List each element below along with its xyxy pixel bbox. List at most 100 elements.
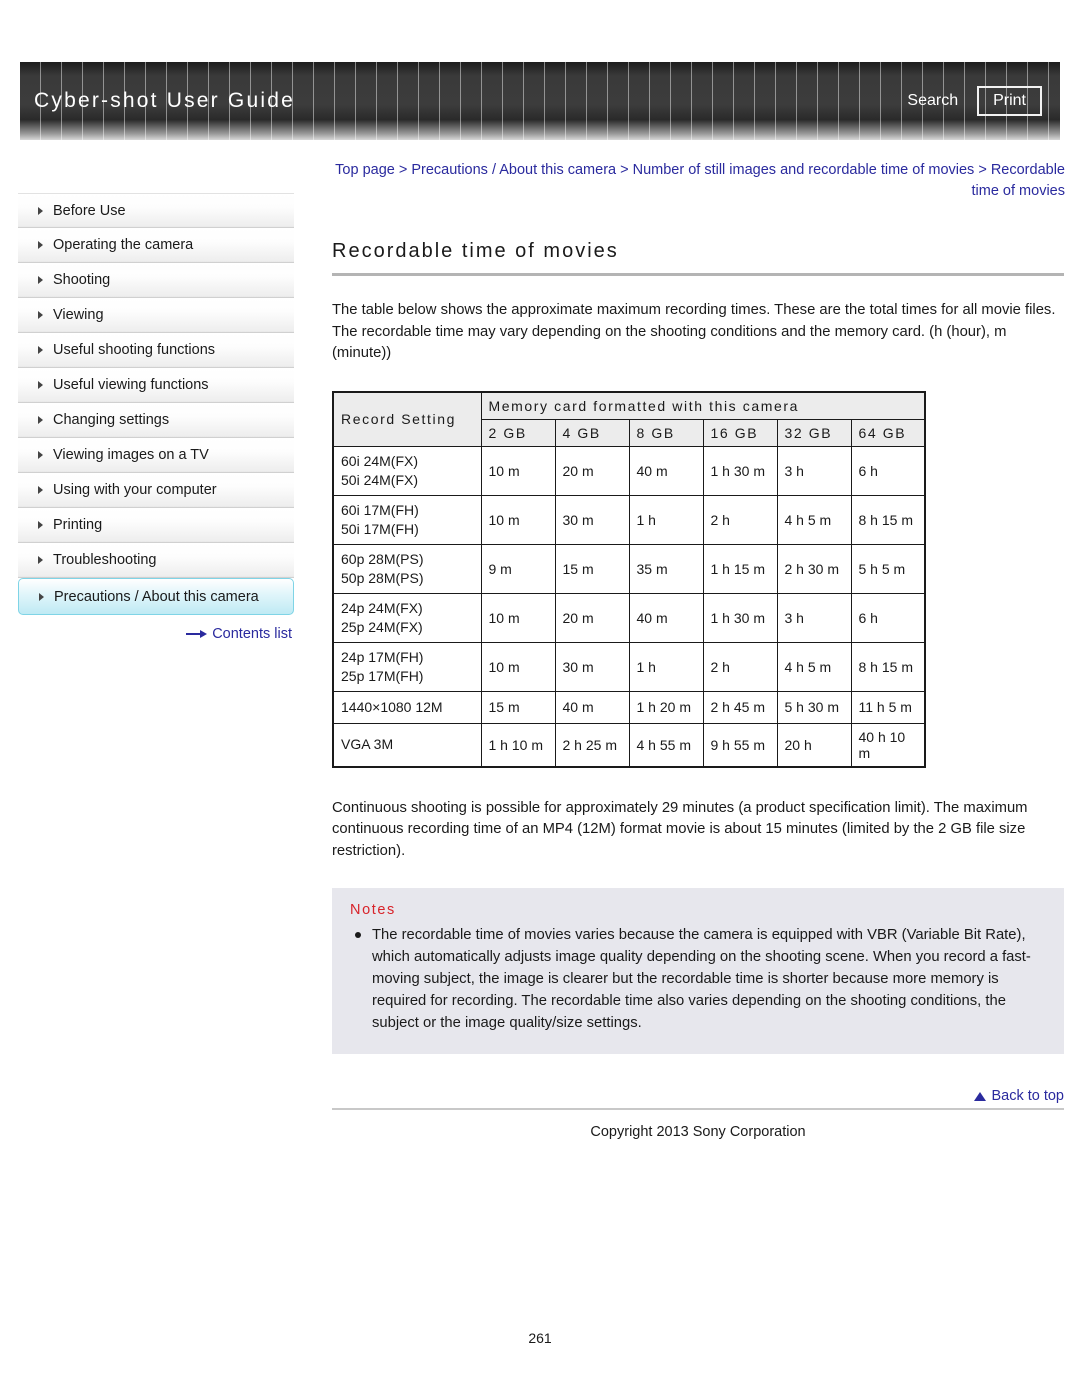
sidebar-item-troubleshooting[interactable]: Troubleshooting	[18, 543, 294, 578]
cell-recordable-time: 6 h	[850, 445, 926, 496]
sidebar-item-operating-the-camera[interactable]: Operating the camera	[18, 228, 294, 263]
triangle-up-icon	[974, 1091, 987, 1101]
sidebar-item-useful-shooting-functions[interactable]: Useful shooting functions	[18, 333, 294, 368]
sidebar-item-list: Before Use Operating the camera Shooting Vi…	[18, 193, 294, 615]
cell-record-setting: 24p 17M(FH) 25p 17M(FH)	[332, 641, 482, 692]
back-to-top-link[interactable]: Back to top	[974, 1088, 1064, 1104]
breadcrumb[interactable]: Top page > Precautions / About this came…	[330, 160, 1065, 202]
main-content: Recordable time of movies The table belo…	[332, 240, 1064, 1140]
continuous-shooting-paragraph: Continuous shooting is possible for appr…	[332, 799, 1028, 859]
contents-list-link[interactable]: Contents list	[186, 626, 292, 642]
cell-recordable-time: 11 h 5 m	[850, 690, 926, 724]
record-setting-line-1: 24p 24M(FX)	[341, 599, 423, 616]
triangle-right-icon	[38, 381, 43, 389]
site-header: Cyber-shot User Guide Search Print	[20, 62, 1060, 140]
cell-recordable-time: 5 h 30 m	[776, 690, 852, 724]
cell-record-setting: 24p 24M(FX) 25p 24M(FX)	[332, 592, 482, 643]
cell-recordable-time: 3 h	[776, 592, 852, 643]
record-setting-line-2: 25p 17M(FH)	[341, 667, 424, 684]
sidebar-item-viewing-images-on-a-tv[interactable]: Viewing images on a TV	[18, 438, 294, 473]
record-setting-line-2: 25p 24M(FX)	[341, 618, 423, 635]
search-button[interactable]: Search	[904, 90, 961, 112]
arrow-right-icon	[186, 629, 208, 639]
back-to-top-label: Back to top	[991, 1088, 1064, 1104]
print-button[interactable]: Print	[977, 86, 1042, 116]
cell-recordable-time: 30 m	[554, 494, 630, 545]
cell-recordable-time: 2 h	[702, 641, 778, 692]
page-number: 261	[528, 1330, 552, 1346]
sidebar-item-changing-settings[interactable]: Changing settings	[18, 403, 294, 438]
sidebar-item-label: Using with your computer	[53, 482, 217, 498]
sidebar-item-label: Changing settings	[53, 412, 170, 428]
triangle-right-icon	[38, 276, 43, 284]
cell-record-setting: VGA 3M	[332, 722, 482, 767]
table-row: 24p 24M(FX) 25p 24M(FX) 10 m 20 m 40 m1 h 30…	[332, 592, 926, 643]
th-capacity: 16 GB	[702, 418, 778, 447]
cell-recordable-time: 9 h 55 m	[702, 722, 778, 767]
sidebar-item-label: Useful viewing functions	[53, 377, 209, 393]
triangle-right-icon	[38, 416, 43, 424]
sidebar-item-precautions-about-this-camera[interactable]: Precautions / About this camera	[18, 578, 294, 615]
contents-list-label: Contents list	[212, 626, 292, 642]
sidebar-item-useful-viewing-functions[interactable]: Useful viewing functions	[18, 368, 294, 403]
sidebar-item-shooting[interactable]: Shooting	[18, 263, 294, 298]
cell-recordable-time: 8 h 15 m	[850, 641, 926, 692]
th-capacity: 8 GB	[628, 418, 704, 447]
notes-title: Notes	[350, 902, 396, 918]
table-row: 60i 24M(FX) 50i 24M(FX) 10 m 20 m 40 m1 h 30…	[332, 445, 926, 496]
cell-record-setting: 60i 17M(FH) 50i 17M(FH)	[332, 494, 482, 545]
table-row: 60p 28M(PS) 50p 28M(PS) 9 m 15 m 35 m1 h 15 …	[332, 543, 926, 594]
th-capacity: 2 GB	[480, 418, 556, 447]
cell-recordable-time: 2 h 45 m	[702, 690, 778, 724]
table-row: VGA 3M 1 h 10 m2 h 25 m4 h 55 m9 h 55 m 20…	[332, 722, 926, 767]
table-header-row-group: Record Setting Memory card formatted wit…	[332, 391, 926, 447]
th-capacity: 32 GB	[776, 418, 852, 447]
sidebar-item-label: Operating the camera	[53, 237, 194, 253]
sidebar-item-printing[interactable]: Printing	[18, 508, 294, 543]
cell-recordable-time: 1 h 15 m	[702, 543, 778, 594]
record-setting-line-2: 50i 17M(FH)	[341, 520, 419, 537]
page-title: Recordable time of movies	[332, 240, 619, 262]
sidebar-item-label: Useful shooting functions	[53, 342, 216, 358]
record-setting-line-1: 24p 17M(FH)	[341, 648, 424, 665]
triangle-right-icon	[38, 451, 43, 459]
cell-recordable-time: 8 h 15 m	[850, 494, 926, 545]
cell-recordable-time: 4 h 5 m	[776, 494, 852, 545]
triangle-right-icon	[38, 311, 43, 319]
cell-recordable-time: 20 m	[554, 592, 630, 643]
cell-recordable-time: 5 h 5 m	[850, 543, 926, 594]
copyright-text: Copyright 2013 Sony Corporation	[590, 1124, 806, 1140]
cell-recordable-time: 40 m	[628, 592, 704, 643]
header-actions: Search Print	[904, 86, 1042, 116]
sidebar-item-before-use[interactable]: Before Use	[18, 193, 294, 228]
cell-recordable-time: 15 m	[554, 543, 630, 594]
record-setting-line-1: 60i 17M(FH)	[341, 501, 419, 518]
cell-record-setting: 60p 28M(PS) 50p 28M(PS)	[332, 543, 482, 594]
table-body: 60i 24M(FX) 50i 24M(FX) 10 m 20 m 40 m1 h 30…	[332, 445, 926, 767]
back-to-top-row: Back to top	[332, 1088, 1064, 1104]
header-bar: Cyber-shot User Guide Search Print	[20, 62, 1060, 140]
triangle-right-icon	[39, 592, 44, 601]
sidebar-item-label: Shooting	[53, 272, 111, 288]
recordable-time-table: Record Setting Memory card formatted wit…	[332, 390, 927, 768]
intro-paragraph: The table below shows the approximate ma…	[332, 302, 1056, 361]
record-setting-line-1: VGA 3M	[341, 736, 394, 752]
sidebar-item-label: Troubleshooting	[53, 552, 157, 568]
triangle-right-icon	[38, 346, 43, 354]
table-row: 24p 17M(FH) 25p 17M(FH) 10 m 30 m1 h2 h4 h …	[332, 641, 926, 692]
th-record-setting: Record Setting	[332, 391, 482, 447]
cell-recordable-time: 40 h 10 m	[850, 722, 926, 767]
cell-recordable-time: 40 m	[628, 445, 704, 496]
notes-list: The recordable time of movies varies bec…	[350, 924, 1046, 1034]
cell-recordable-time: 4 h 55 m	[628, 722, 704, 767]
triangle-right-icon	[38, 486, 43, 494]
cell-recordable-time: 10 m	[480, 592, 556, 643]
notes-box: Notes The recordable time of movies vari…	[332, 888, 1064, 1054]
cell-recordable-time: 15 m	[480, 690, 556, 724]
sidebar-item-using-with-your-computer[interactable]: Using with your computer	[18, 473, 294, 508]
cell-record-setting: 60i 24M(FX) 50i 24M(FX)	[332, 445, 482, 496]
cell-recordable-time: 4 h 5 m	[776, 641, 852, 692]
sidebar-item-viewing[interactable]: Viewing	[18, 298, 294, 333]
triangle-right-icon	[38, 241, 43, 249]
table-head: Record Setting Memory card formatted wit…	[332, 391, 926, 447]
